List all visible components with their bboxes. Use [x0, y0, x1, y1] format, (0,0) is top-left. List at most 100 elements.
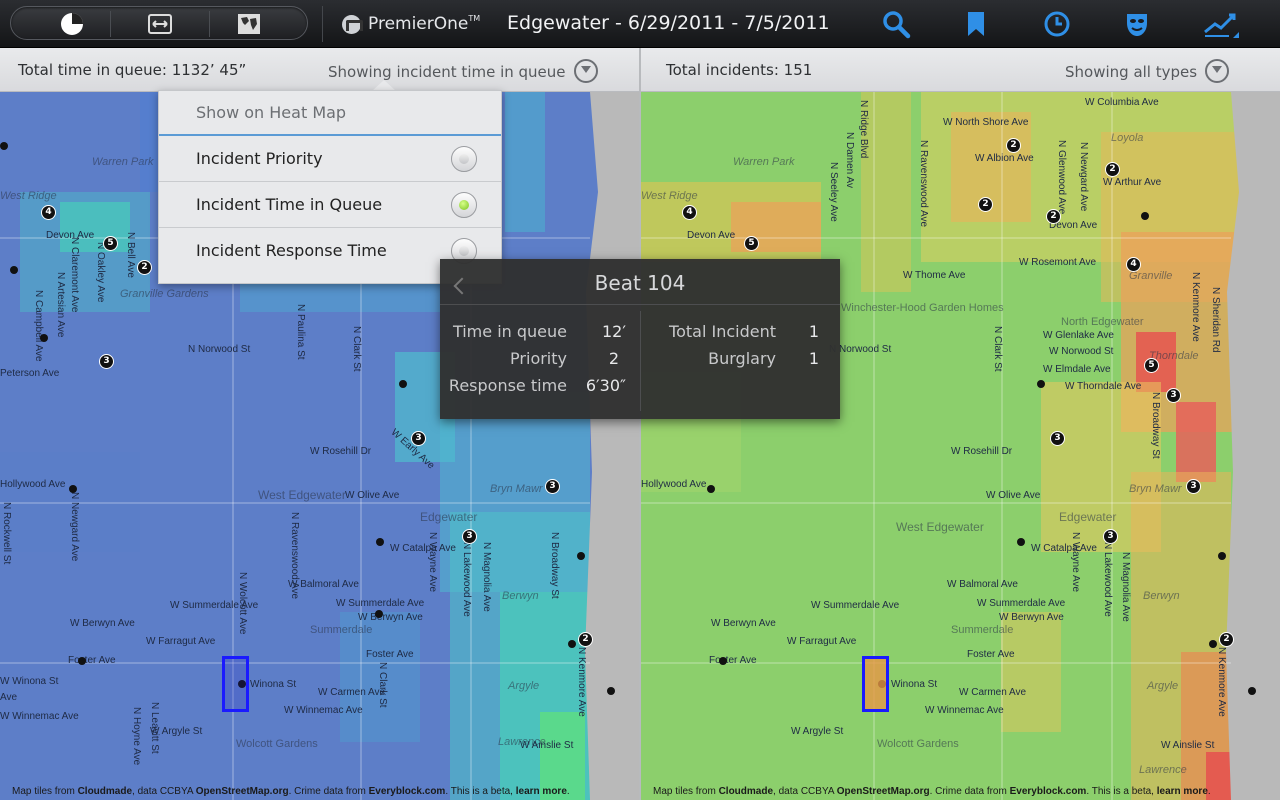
- incident-dot[interactable]: [707, 485, 715, 493]
- incident-cluster-marker[interactable]: 2: [1046, 209, 1061, 224]
- incident-cluster-marker[interactable]: 2: [137, 260, 152, 275]
- menu-item-label: Incident Priority: [196, 149, 323, 168]
- incident-dot[interactable]: [1141, 212, 1149, 220]
- street-label: N Lakewood Ave: [461, 542, 472, 617]
- incident-dot[interactable]: [1218, 552, 1226, 560]
- menu-item-incident-time-in-queue[interactable]: Incident Time in Queue: [159, 182, 501, 228]
- osm-link[interactable]: OpenStreetMap.org: [837, 786, 930, 797]
- incident-cluster-marker[interactable]: 3: [1103, 529, 1118, 544]
- incident-cluster-marker[interactable]: 3: [1166, 388, 1181, 403]
- world-map-icon[interactable]: [236, 11, 262, 37]
- incident-dot[interactable]: [577, 552, 585, 560]
- street-label: W Balmoral Ave: [947, 579, 1018, 590]
- radio-button[interactable]: [451, 146, 477, 172]
- incident-cluster-marker[interactable]: 2: [1105, 162, 1120, 177]
- street-label: W Berwyn Ave: [999, 612, 1064, 623]
- incident-cluster-marker[interactable]: 2: [1219, 632, 1234, 647]
- incident-cluster-marker[interactable]: 5: [744, 236, 759, 251]
- incident-dot[interactable]: [1248, 687, 1256, 695]
- street-label: W Argyle St: [791, 726, 844, 737]
- bookmark-icon[interactable]: [960, 8, 992, 40]
- chevron-down-icon: [1205, 59, 1230, 83]
- incident-cluster-marker[interactable]: 4: [41, 205, 56, 220]
- popup-column-divider: [640, 311, 641, 411]
- incident-dot[interactable]: [10, 266, 18, 274]
- incident-type-dropdown[interactable]: Showing all types: [1065, 59, 1230, 83]
- menu-item-incident-priority[interactable]: Incident Priority: [159, 136, 501, 182]
- street-label: W Farragut Ave: [146, 636, 216, 647]
- everyblock-link[interactable]: Everyblock.com: [369, 786, 446, 797]
- street-label: N Ravenswood Ave: [918, 140, 929, 228]
- incident-cluster-marker[interactable]: 4: [682, 205, 697, 220]
- cloudmade-link[interactable]: Cloudmade: [719, 786, 773, 797]
- learn-more-link[interactable]: learn more: [516, 786, 567, 797]
- incident-cluster-marker[interactable]: 3: [545, 479, 560, 494]
- incident-cluster-marker[interactable]: 5: [103, 236, 118, 251]
- incident-cluster-marker[interactable]: 3: [1186, 479, 1201, 494]
- incident-dot[interactable]: [375, 610, 383, 618]
- neighborhood-label: West Ridge: [0, 190, 57, 202]
- incident-cluster-marker[interactable]: 2: [1006, 138, 1021, 153]
- street-label: Foster Ave: [366, 649, 414, 660]
- incident-dot[interactable]: [719, 657, 727, 665]
- neighborhood-label: West Ridge: [641, 190, 698, 202]
- incident-cluster-marker[interactable]: 2: [578, 632, 593, 647]
- heat-map-mode-dropdown[interactable]: Showing incident time in queue: [328, 59, 598, 83]
- cloudmade-link[interactable]: Cloudmade: [78, 786, 132, 797]
- everyblock-link[interactable]: Everyblock.com: [1010, 786, 1087, 797]
- selected-beat-outline[interactable]: [862, 656, 889, 712]
- incident-dot[interactable]: [1017, 538, 1025, 546]
- incident-cluster-marker[interactable]: 4: [1126, 257, 1141, 272]
- incident-dot[interactable]: [69, 485, 77, 493]
- incident-dot[interactable]: [568, 640, 576, 648]
- incident-type-label: Showing all types: [1065, 63, 1198, 81]
- radio-button-selected[interactable]: [451, 192, 477, 218]
- street-label: W North Shore Ave: [943, 117, 1029, 128]
- incident-dot[interactable]: [607, 687, 615, 695]
- street-label: N Bell Ave: [125, 232, 136, 278]
- street-label: W Olive Ave: [345, 490, 400, 501]
- incident-dot[interactable]: [1209, 640, 1217, 648]
- incident-dot[interactable]: [0, 142, 8, 150]
- trend-chart-icon[interactable]: [1203, 8, 1239, 40]
- street-label: N Ravenswood Ave: [289, 512, 300, 600]
- incident-dot[interactable]: [376, 538, 384, 546]
- pie-chart-icon[interactable]: [59, 11, 85, 37]
- incident-cluster-marker[interactable]: 3: [462, 529, 477, 544]
- brand-name: PremierOneTM: [368, 14, 481, 34]
- right-heat-map[interactable]: Warren Park West Ridge Winchester-Hood G…: [641, 92, 1280, 800]
- incident-cluster-marker[interactable]: 3: [1050, 431, 1065, 446]
- incident-cluster-marker[interactable]: 5: [1144, 358, 1159, 373]
- fit-screen-icon[interactable]: [147, 11, 173, 37]
- street-label: W Berwyn Ave: [358, 612, 423, 623]
- selected-beat-outline[interactable]: [222, 656, 249, 712]
- incident-dot[interactable]: [399, 380, 407, 388]
- neighborhood-label: West Edgewater: [258, 488, 346, 502]
- incident-cluster-marker[interactable]: 3: [411, 431, 426, 446]
- toolbar-separator: [322, 6, 323, 42]
- street-label: N Newgard Ave: [69, 492, 80, 562]
- incident-dot[interactable]: [40, 334, 48, 342]
- page-title: Edgewater - 6/29/2011 - 7/5/2011: [507, 12, 830, 34]
- neighborhood-label: Berwyn: [1143, 590, 1180, 602]
- street-label: N Seeley Ave: [828, 162, 839, 222]
- incident-dot[interactable]: [78, 657, 86, 665]
- divider: [209, 11, 210, 37]
- street-label: W Columbia Ave: [1085, 97, 1159, 108]
- street-label: W Summerdale Ave: [977, 598, 1066, 609]
- incident-dot[interactable]: [1037, 380, 1045, 388]
- street-label: W Ainslie St: [520, 740, 574, 751]
- response-time-label: Response time: [448, 376, 567, 395]
- street-label: W Farragut Ave: [787, 636, 857, 647]
- street-label: W Winnemac Ave: [0, 711, 79, 722]
- search-icon[interactable]: [880, 8, 912, 40]
- clock-icon[interactable]: [1041, 8, 1073, 40]
- incident-cluster-marker[interactable]: 3: [99, 354, 114, 369]
- osm-link[interactable]: OpenStreetMap.org: [196, 786, 289, 797]
- incident-cluster-marker[interactable]: 2: [978, 197, 993, 212]
- street-label: N Paulina St: [295, 304, 306, 360]
- learn-more-link[interactable]: learn more: [1157, 786, 1208, 797]
- mask-icon[interactable]: [1121, 8, 1153, 40]
- heat-map-mode-label: Showing incident time in queue: [328, 63, 566, 81]
- street-label: Foster Ave: [967, 649, 1015, 660]
